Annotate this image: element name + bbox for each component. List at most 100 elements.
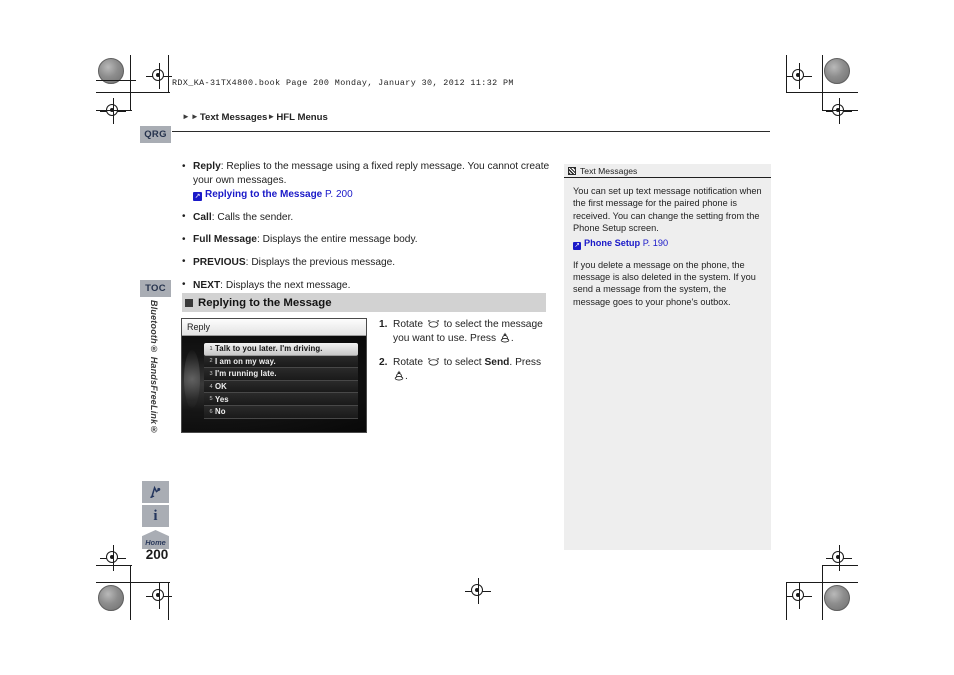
item-number: 6 — [209, 408, 213, 415]
trim-mark — [822, 55, 823, 110]
option-desc: : Replies to the message using a fixed r… — [193, 161, 550, 186]
option-desc: : Displays the previous message. — [245, 256, 396, 268]
book-info-line: RDX_KA-31TX4800.book Page 200 Monday, Ja… — [172, 78, 514, 88]
trim-mark — [822, 565, 823, 620]
reply-message-list: 1 Talk to you later. I'm driving. 2 I am… — [204, 343, 358, 419]
trim-mark — [786, 55, 787, 93]
trim-mark — [96, 92, 170, 93]
list-item: NEXT: Displays the next message. — [182, 278, 552, 293]
option-desc: : Displays the next message. — [220, 279, 351, 291]
item-number: 2 — [209, 358, 213, 365]
note-paragraph: You can set up text message notification… — [573, 186, 762, 234]
trim-mark — [822, 110, 858, 111]
breadcrumb-section: Text Messages — [199, 112, 268, 123]
print-dot-mark-bottom-left — [98, 585, 124, 611]
breadcrumb-arrow-icon: ► — [182, 112, 190, 121]
registration-mark-bottom-center — [465, 578, 491, 604]
registration-mark-tr-inner — [826, 98, 852, 124]
note-cross-reference-link[interactable]: ↗ Phone Setup P. 190 — [573, 238, 763, 250]
item-label: OK — [215, 382, 227, 392]
item-label: No — [215, 407, 226, 417]
step-text: Rotate to select Send. Press . — [393, 357, 542, 382]
info-icon[interactable]: i — [142, 505, 169, 527]
list-item[interactable]: 1 Talk to you later. I'm driving. — [204, 343, 358, 356]
print-dot-mark-bottom-right — [824, 585, 850, 611]
screen-title-bar: Reply — [182, 319, 366, 336]
page-canvas: RDX_KA-31TX4800.book Page 200 Monday, Ja… — [0, 0, 954, 675]
trim-mark — [786, 582, 787, 620]
section-heading: Replying to the Message — [182, 293, 546, 312]
item-number: 4 — [209, 383, 213, 390]
list-item: Call: Calls the sender. — [182, 210, 552, 225]
step-item: 2. Rotate to select Send. Press . — [379, 356, 547, 384]
trim-mark — [130, 55, 131, 110]
trim-mark — [786, 92, 858, 93]
press-knob-icon — [394, 370, 404, 381]
step-text: Rotate to select the message you want to… — [393, 319, 543, 344]
xref-page: P. 200 — [325, 189, 353, 201]
option-desc: : Displays the entire message body. — [256, 234, 418, 246]
list-item[interactable]: 5 Yes — [204, 393, 358, 406]
trim-mark — [168, 55, 169, 93]
list-item: PREVIOUS: Displays the previous message. — [182, 255, 552, 270]
note-title: Text Messages — [580, 165, 638, 176]
list-item[interactable]: 6 No — [204, 405, 358, 419]
press-knob-icon — [500, 332, 510, 343]
cross-reference-link[interactable]: ↗ Replying to the Message P. 200 — [193, 188, 552, 202]
trim-mark — [786, 582, 858, 583]
trim-mark — [130, 565, 131, 620]
navigation-icon[interactable] — [142, 481, 169, 503]
registration-mark-bl-inner — [100, 545, 126, 571]
sidebar-tab-qrg[interactable]: QRG — [140, 126, 171, 143]
list-item[interactable]: 2 I am on my way. — [204, 355, 358, 369]
registration-mark-tr-outer — [786, 63, 812, 89]
option-term: PREVIOUS — [193, 256, 246, 268]
option-term: Full Message — [193, 234, 257, 246]
trim-mark — [96, 565, 132, 566]
item-number: 3 — [209, 370, 213, 377]
registration-mark-tl-inner — [100, 98, 126, 124]
breadcrumb-arrow-icon: ► — [267, 112, 276, 121]
trim-mark — [96, 80, 136, 81]
rotate-knob-icon — [427, 358, 439, 366]
option-term: Reply — [193, 161, 221, 172]
note-marker-icon — [568, 166, 576, 175]
xref-arrow-icon: ↗ — [573, 241, 581, 250]
step-item: 1. Rotate to select the message you want… — [379, 318, 547, 346]
section-bullet-icon — [185, 298, 193, 307]
trim-mark — [168, 582, 169, 620]
item-label: I am on my way. — [215, 356, 276, 366]
instruction-steps: 1. Rotate to select the message you want… — [379, 318, 547, 394]
step-number: 2. — [379, 357, 388, 368]
trim-mark — [96, 110, 132, 111]
note-body: You can set up text message notification… — [564, 178, 771, 308]
breadcrumb: ►►Text Messages►HFL Menus — [182, 112, 328, 123]
list-item[interactable]: 4 OK — [204, 380, 358, 394]
section-title: Replying to the Message — [198, 296, 332, 309]
trim-mark — [822, 565, 858, 566]
page-number: 200 — [145, 547, 169, 562]
list-item: Full Message: Displays the entire messag… — [182, 233, 552, 247]
xref-arrow-icon: ↗ — [193, 192, 202, 202]
sidebar-tab-toc[interactable]: TOC — [140, 280, 171, 297]
xref-page: P. 190 — [642, 237, 669, 248]
breadcrumb-subsection: HFL Menus — [276, 112, 328, 123]
rotate-knob-icon — [427, 320, 439, 328]
step-emphasis: Send — [484, 357, 510, 368]
option-desc: : Calls the sender. — [211, 211, 294, 223]
item-label: I'm running late. — [215, 369, 277, 379]
screen-body: 1 Talk to you later. I'm driving. 2 I am… — [182, 336, 366, 432]
xref-label: Replying to the Message — [205, 189, 323, 201]
note-header: Text Messages — [564, 164, 771, 178]
list-item[interactable]: 3 I'm running late. — [204, 368, 358, 381]
screen-title: Reply — [187, 322, 211, 332]
item-label: Yes — [215, 394, 229, 404]
item-number: 5 — [209, 396, 213, 403]
main-content: Reply: Replies to the message using a fi… — [182, 160, 552, 301]
option-term: Call — [193, 211, 212, 223]
navigation-screen-illustration: Reply 1 Talk to you later. I'm driving. … — [181, 318, 367, 433]
side-note-panel: Text Messages You can set up text messag… — [564, 164, 771, 550]
item-label: Talk to you later. I'm driving. — [215, 344, 323, 354]
step-number: 1. — [379, 319, 388, 330]
option-term: NEXT — [193, 279, 221, 291]
